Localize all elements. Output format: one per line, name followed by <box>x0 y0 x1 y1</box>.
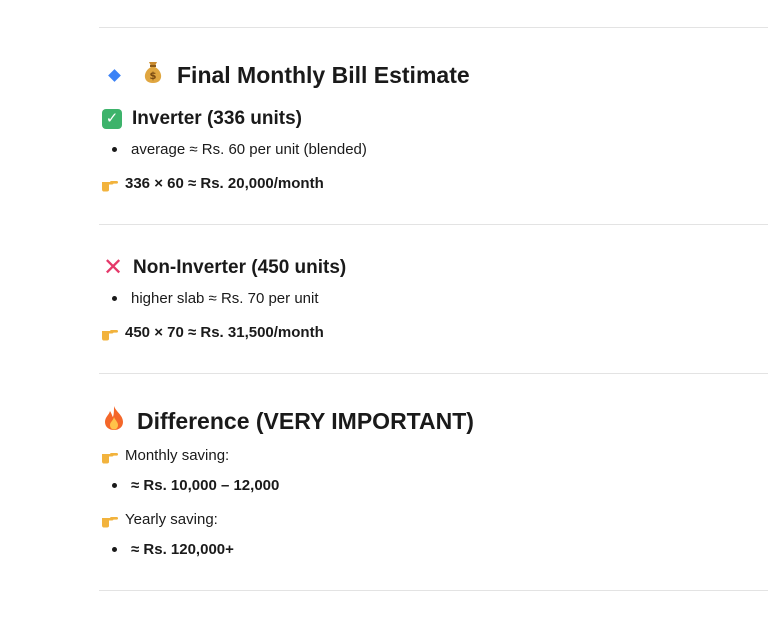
bullet-dot <box>112 547 117 552</box>
pointing-hand-icon <box>101 325 119 341</box>
yearly-saving-label: Yearly saving: <box>101 511 218 528</box>
monthly-saving-label: Monthly saving: <box>101 447 229 464</box>
non-inverter-heading-text: Non-Inverter (450 units) <box>133 257 347 278</box>
bullet-dot <box>112 147 117 152</box>
monthly-saving-value: ≈ Rs. 10,000 – 12,000 <box>131 477 280 494</box>
list-item: ≈ Rs. 120,000+ <box>112 541 234 558</box>
monthly-saving-text: Monthly saving: <box>125 447 230 464</box>
non-inverter-calculation: 450 × 70 ≈ Rs. 31,500/month <box>101 324 324 341</box>
inverter-calculation: 336 × 60 ≈ Rs. 20,000/month <box>101 175 324 192</box>
page-title: Final Monthly Bill Estimate <box>177 61 470 88</box>
inverter-calc-text: 336 × 60 ≈ Rs. 20,000/month <box>125 175 324 192</box>
cross-icon: ✕ <box>102 254 124 281</box>
non-inverter-calc-text: 450 × 70 ≈ Rs. 31,500/month <box>125 324 324 341</box>
divider-difference <box>99 590 768 591</box>
section-heading-final-bill: $ Final Monthly Bill Estimate <box>106 59 470 91</box>
inverter-heading-text: Inverter (336 units) <box>132 108 302 129</box>
section-heading-difference: Difference (VERY IMPORTANT) <box>103 405 474 437</box>
yearly-saving-value: ≈ Rs. 120,000+ <box>131 541 234 558</box>
inverter-rate-text: average ≈ Rs. 60 per unit (blended) <box>131 141 367 158</box>
bullet-dot <box>112 483 117 488</box>
list-item: higher slab ≈ Rs. 70 per unit <box>112 290 319 307</box>
bullet-dot <box>112 296 117 301</box>
inverter-heading: ✓ Inverter (336 units) <box>102 108 302 130</box>
money-bag-icon: $ <box>141 59 165 91</box>
divider-inverter <box>99 224 768 225</box>
list-item: ≈ Rs. 10,000 – 12,000 <box>112 477 279 494</box>
yearly-saving-text: Yearly saving: <box>125 511 218 528</box>
difference-title: Difference (VERY IMPORTANT) <box>137 407 474 434</box>
check-icon: ✓ <box>102 109 122 129</box>
pointing-hand-icon <box>101 448 119 464</box>
non-inverter-heading: ✕ Non-Inverter (450 units) <box>102 254 347 281</box>
pointing-hand-icon <box>101 512 119 528</box>
pointing-hand-icon <box>101 176 119 192</box>
diamond-icon <box>108 68 121 82</box>
fire-icon <box>103 405 125 437</box>
divider-top <box>99 27 768 28</box>
non-inverter-rate-text: higher slab ≈ Rs. 70 per unit <box>131 290 319 307</box>
list-item: average ≈ Rs. 60 per unit (blended) <box>112 141 367 158</box>
svg-text:$: $ <box>150 71 157 82</box>
divider-non-inverter <box>99 373 768 374</box>
